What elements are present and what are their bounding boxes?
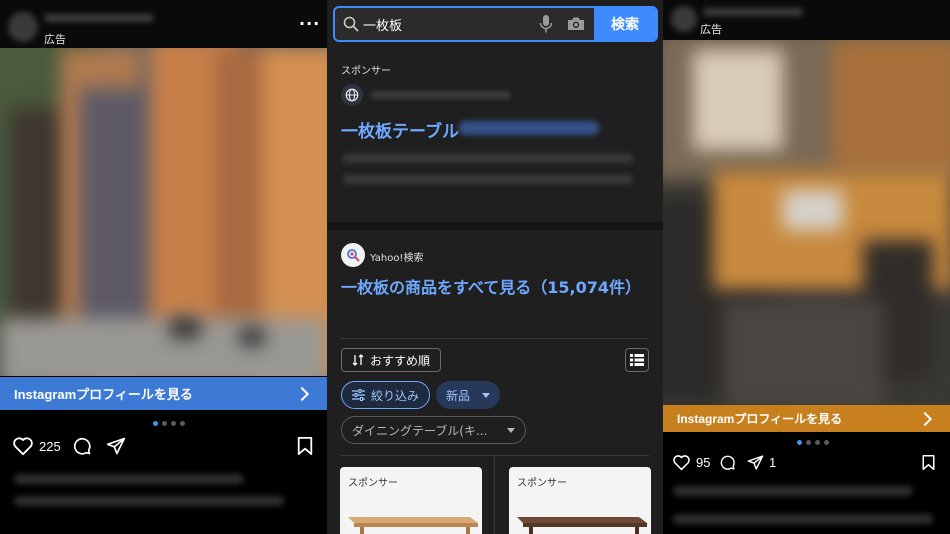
camera-icon[interactable] (567, 16, 585, 31)
filter-label: 絞り込み (371, 388, 420, 403)
comment-icon (720, 455, 735, 470)
grid-divider (494, 455, 495, 534)
heart-icon (13, 437, 33, 456)
instagram-post-left: 広告 ··· Instagramプロフィールを見る 225 (0, 0, 327, 534)
share-button[interactable]: 1 (747, 454, 776, 471)
sponsored-label: スポンサー (341, 66, 391, 77)
post-image (0, 48, 327, 376)
bookmark-icon (922, 455, 935, 470)
avatar[interactable] (671, 6, 697, 32)
cta-label: Instagramプロフィールを見る (14, 387, 193, 402)
product-image (517, 517, 647, 534)
username-blurred[interactable] (703, 8, 803, 16)
all-items-link[interactable]: 一枚板の商品をすべて見る（15,074件） (341, 276, 641, 300)
category-dropdown[interactable]: ダイニングテーブル(キ... (341, 416, 526, 444)
chevron-right-icon (917, 411, 933, 426)
product-card[interactable]: スポンサー (340, 467, 482, 534)
post-header: 広告 ··· (0, 0, 327, 48)
filter-button[interactable]: 絞り込み (341, 381, 431, 409)
chevron-right-icon (294, 386, 310, 401)
mic-icon[interactable] (539, 14, 553, 34)
search-bar: 検索 (333, 6, 658, 42)
category-label: ダイニングテーブル(キ... (352, 423, 488, 438)
post-actions: 95 1 (663, 454, 950, 474)
caption-blurred (673, 486, 913, 496)
caption-blurred (14, 474, 244, 484)
search-results-panel: 検索 スポンサー 一枚板テーブル Yahoo!検索 一枚板の商品をすべて見る（1… (327, 0, 663, 534)
ad-description-blurred (343, 154, 633, 163)
ad-url-blurred[interactable] (371, 91, 511, 99)
bookmark-icon (297, 437, 313, 455)
like-count: 95 (696, 455, 711, 470)
avatar[interactable] (8, 12, 38, 42)
sponsored-label: スポンサー (348, 478, 398, 489)
new-item-dropdown[interactable]: 新品 (436, 381, 501, 409)
filter-icon (352, 389, 365, 401)
share-icon (106, 437, 126, 455)
share-icon (747, 455, 764, 470)
list-view-button[interactable] (625, 348, 649, 372)
divider-line (341, 455, 649, 456)
ad-label: 広告 (700, 23, 722, 36)
cta-label: Instagramプロフィールを見る (677, 412, 843, 426)
instagram-profile-cta[interactable]: Instagramプロフィールを見る (0, 377, 327, 410)
search-icon (343, 16, 359, 32)
like-button[interactable]: 225 (12, 436, 61, 456)
instagram-profile-cta[interactable]: Instagramプロフィールを見る (663, 405, 950, 432)
post-header: 広告 (663, 0, 950, 40)
bookmark-button[interactable] (921, 454, 936, 475)
comment-button[interactable] (719, 454, 736, 475)
globe-icon (341, 84, 363, 106)
sort-icon (352, 354, 364, 366)
username-blurred[interactable] (44, 14, 154, 22)
like-button[interactable]: 95 (672, 454, 710, 471)
yahoo-search-label: Yahoo!検索 (370, 253, 424, 264)
product-card[interactable]: スポンサー (509, 467, 651, 534)
product-image (348, 517, 478, 534)
sort-button[interactable]: おすすめ順 (341, 348, 442, 372)
section-divider (327, 222, 663, 230)
caption-blurred (673, 514, 933, 524)
instagram-post-right: 広告 Instagramプロフィールを見る 95 1 (663, 0, 950, 534)
caption-blurred (14, 496, 284, 506)
like-count: 225 (39, 438, 61, 454)
comment-button[interactable] (72, 436, 92, 460)
sort-label: おすすめ順 (370, 353, 431, 368)
post-actions: 225 (0, 436, 327, 458)
post-image (663, 40, 950, 405)
more-icon[interactable]: ··· (299, 14, 320, 33)
divider-line (341, 338, 649, 339)
share-button[interactable] (106, 436, 126, 460)
heart-icon (673, 455, 690, 471)
bookmark-button[interactable] (296, 436, 314, 460)
sponsored-ad-title[interactable]: 一枚板テーブル (341, 117, 459, 142)
share-count: 1 (769, 455, 777, 470)
new-item-label: 新品 (446, 388, 471, 403)
ad-description-blurred (343, 175, 633, 184)
chevron-down-icon (507, 427, 515, 433)
sponsored-label: スポンサー (517, 478, 567, 489)
search-input[interactable] (363, 8, 533, 40)
search-button[interactable]: 検索 (594, 8, 656, 40)
chevron-down-icon (482, 392, 491, 398)
carousel-dots (153, 421, 185, 426)
ad-label: 広告 (44, 33, 66, 46)
yahoo-search-logo (341, 243, 365, 267)
ad-title-blurred[interactable] (459, 121, 599, 135)
list-view-icon (630, 354, 644, 366)
comment-icon (73, 437, 91, 455)
carousel-dots (797, 440, 829, 445)
